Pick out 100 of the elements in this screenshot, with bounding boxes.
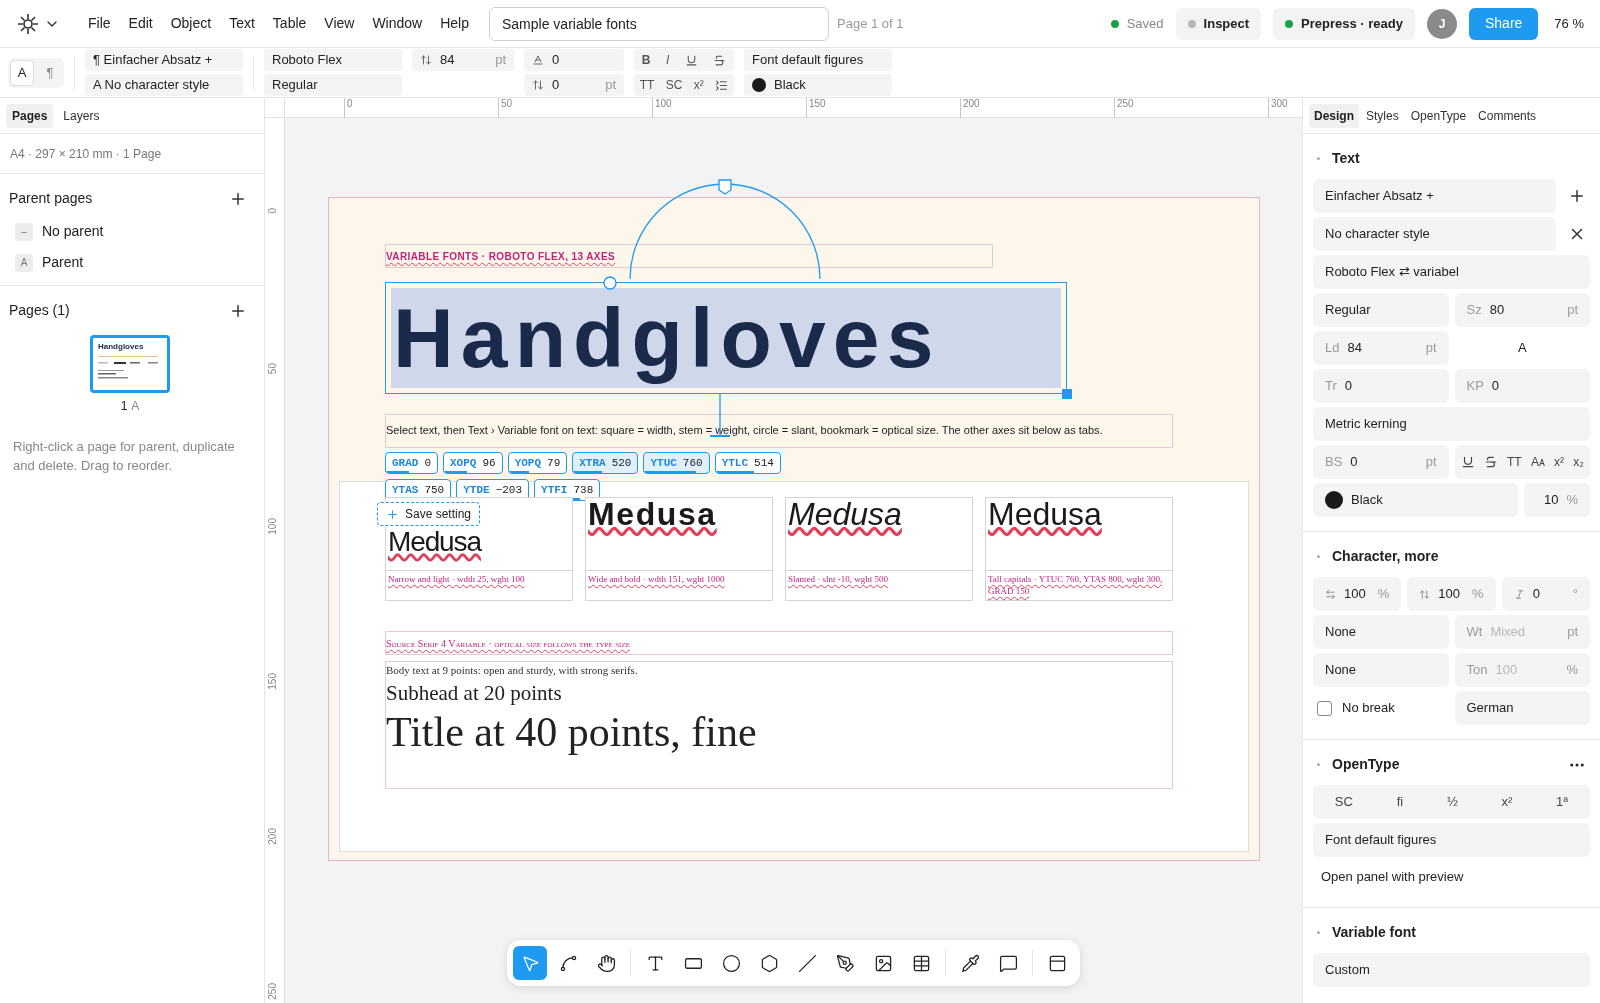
case-button[interactable]: TT	[639, 76, 655, 94]
font-style-field[interactable]: Regular	[1313, 293, 1449, 327]
zoom-level[interactable]: 76 %	[1554, 13, 1584, 34]
case-button[interactable]: x₂	[1573, 453, 1584, 471]
font-style-field[interactable]: Regular	[264, 74, 402, 96]
character-style-field[interactable]: No character style	[1313, 217, 1556, 251]
strikethrough-icon[interactable]	[713, 53, 727, 67]
document-title-field[interactable]: Sample variable fonts	[489, 6, 829, 41]
menu-item[interactable]: Object	[162, 13, 220, 34]
logo-icon[interactable]	[16, 11, 40, 36]
panel-tab[interactable]: Design	[1309, 103, 1359, 128]
dropdown-field[interactable]: None	[1313, 653, 1449, 687]
baseline-shift-field[interactable]: 0 pt	[524, 74, 624, 96]
leading-field[interactable]: Ld 84 pt	[1313, 331, 1449, 365]
strikethrough-icon[interactable]	[1483, 455, 1498, 469]
figures-field[interactable]: Font default figures	[1313, 823, 1590, 857]
axis-tag: XTRA	[579, 454, 606, 472]
vertical-scale-field[interactable]: 100 %	[1407, 577, 1496, 611]
width-square-handle[interactable]	[1062, 389, 1072, 399]
menu-item[interactable]: Table	[264, 13, 315, 34]
case-button[interactable]: Aᴀ	[1530, 453, 1545, 471]
opacity-field[interactable]: 10 %	[1524, 483, 1590, 517]
axis-value: 96	[482, 455, 496, 471]
tracking-field[interactable]: 0	[524, 49, 624, 71]
document-info: A4 · 297 × 210 mm · 1 Page	[10, 145, 162, 163]
section-title: Text	[1332, 149, 1361, 168]
panel-tab[interactable]: Layers	[57, 103, 106, 128]
bold-button[interactable]: B	[641, 51, 651, 69]
opentype-feature-button[interactable]: fi	[1396, 792, 1404, 812]
case-button[interactable]: TT	[1506, 453, 1522, 471]
menu-item[interactable]: Help	[432, 13, 477, 34]
save-setting-button[interactable]: Save setting	[377, 502, 481, 526]
section-title: Parent pages	[9, 189, 93, 208]
parent-page-item[interactable]: No parent	[42, 221, 104, 242]
page-number: 1	[120, 398, 128, 415]
menu-item[interactable]: Window	[364, 13, 431, 34]
opentype-feature-button[interactable]: x²	[1501, 792, 1513, 812]
panel-tab[interactable]: OpenType	[1405, 103, 1472, 128]
add-icon[interactable]	[1568, 187, 1586, 205]
paragraph-style-field[interactable]: Einfacher Absatz +	[1313, 179, 1556, 213]
panel-tab[interactable]: Comments	[1473, 103, 1542, 128]
underline-icon[interactable]	[1460, 455, 1475, 469]
axis-tab[interactable]: XTRA 520	[572, 452, 639, 474]
menu-item[interactable]: File	[80, 13, 119, 34]
color-field[interactable]: Black	[1313, 483, 1518, 517]
horizontal-scale-field[interactable]: 100 %	[1313, 577, 1402, 611]
menu-item[interactable]: Edit	[120, 13, 161, 34]
text-options-icon[interactable]	[715, 78, 729, 92]
parent-badge: A	[15, 253, 33, 272]
case-button[interactable]: x²	[693, 76, 704, 94]
language-field[interactable]: German	[1454, 691, 1590, 725]
figures-field[interactable]: Font default figures	[744, 49, 892, 71]
horizontal-ruler: 0 50 100 150 200 250 300	[285, 98, 1302, 117]
size-field[interactable]: Sz 80 pt	[1454, 293, 1590, 327]
axis-tab[interactable]: YTUC 760	[643, 452, 710, 474]
font-field[interactable]: Roboto Flex ⇄ variabel	[1313, 255, 1590, 289]
panel-tab[interactable]: Styles	[1361, 103, 1404, 128]
dropdown-field[interactable]: None	[1313, 615, 1449, 649]
axis-tab[interactable]: GRAD 0	[385, 452, 438, 474]
opentype-feature-button[interactable]: 1ª	[1556, 792, 1569, 812]
axis-tab[interactable]: YOPQ 79	[507, 452, 568, 474]
italic-button[interactable]: I	[665, 51, 670, 69]
open-panel-link[interactable]: Open panel with preview	[1313, 861, 1590, 893]
variable-preset-field[interactable]: Custom	[1313, 952, 1590, 987]
thumbnail-title: Handgloves	[98, 343, 145, 351]
color-field[interactable]: Black	[744, 74, 892, 96]
character-style-field[interactable]: A No character style	[85, 74, 243, 96]
horizontal-scale-icon	[1325, 588, 1336, 600]
font-field[interactable]: Roboto Flex	[264, 49, 402, 71]
no-break-checkbox[interactable]	[1317, 700, 1332, 716]
auto-leading-button[interactable]: A	[1454, 331, 1590, 365]
checkbox-label: No break	[1342, 699, 1395, 718]
opentype-feature-button[interactable]: SC	[1334, 792, 1353, 812]
mode-toggle[interactable]: A	[10, 59, 34, 86]
underline-icon[interactable]	[684, 53, 698, 67]
page-parent-label: A	[131, 398, 140, 415]
paragraph-style-field[interactable]: ¶ Einfacher Absatz +	[85, 49, 243, 71]
kerning-field[interactable]: Metric kerning	[1313, 407, 1590, 441]
leading-field[interactable]: 84 pt	[412, 49, 514, 71]
headline-text: Handgloves	[392, 289, 941, 387]
axis-tab[interactable]: YTLC 514	[714, 452, 781, 474]
opentype-feature-button[interactable]: ½	[1446, 792, 1458, 812]
skew-field[interactable]: 0 °	[1501, 577, 1590, 611]
number-field: Wt Mixed pt	[1454, 615, 1590, 649]
parent-badge: –	[15, 222, 33, 241]
baseline-shift-icon	[532, 79, 544, 91]
parent-page-item[interactable]: Parent	[42, 252, 84, 273]
tracking-field[interactable]: Tr 0	[1313, 369, 1449, 403]
panel-tab[interactable]: Pages	[6, 103, 54, 128]
number-field: Ton 100 %	[1454, 653, 1590, 687]
menu-item[interactable]: Text	[221, 13, 263, 34]
kerning-pair-field[interactable]: KP 0	[1454, 369, 1590, 403]
page-thumbnail[interactable]: Handgloves	[90, 335, 170, 393]
slant-handle-icon[interactable]	[603, 276, 617, 290]
baseline-shift-field[interactable]: BS 0 pt	[1313, 445, 1449, 479]
section-label: VARIABLE FONTS · ROBOTO FLEX, 13 AXES	[386, 249, 616, 264]
axis-tab[interactable]: XOPQ 96	[443, 452, 503, 474]
menu-item[interactable]: View	[316, 13, 363, 34]
case-button[interactable]: SC	[665, 76, 683, 94]
case-button[interactable]: x²	[1554, 453, 1565, 471]
